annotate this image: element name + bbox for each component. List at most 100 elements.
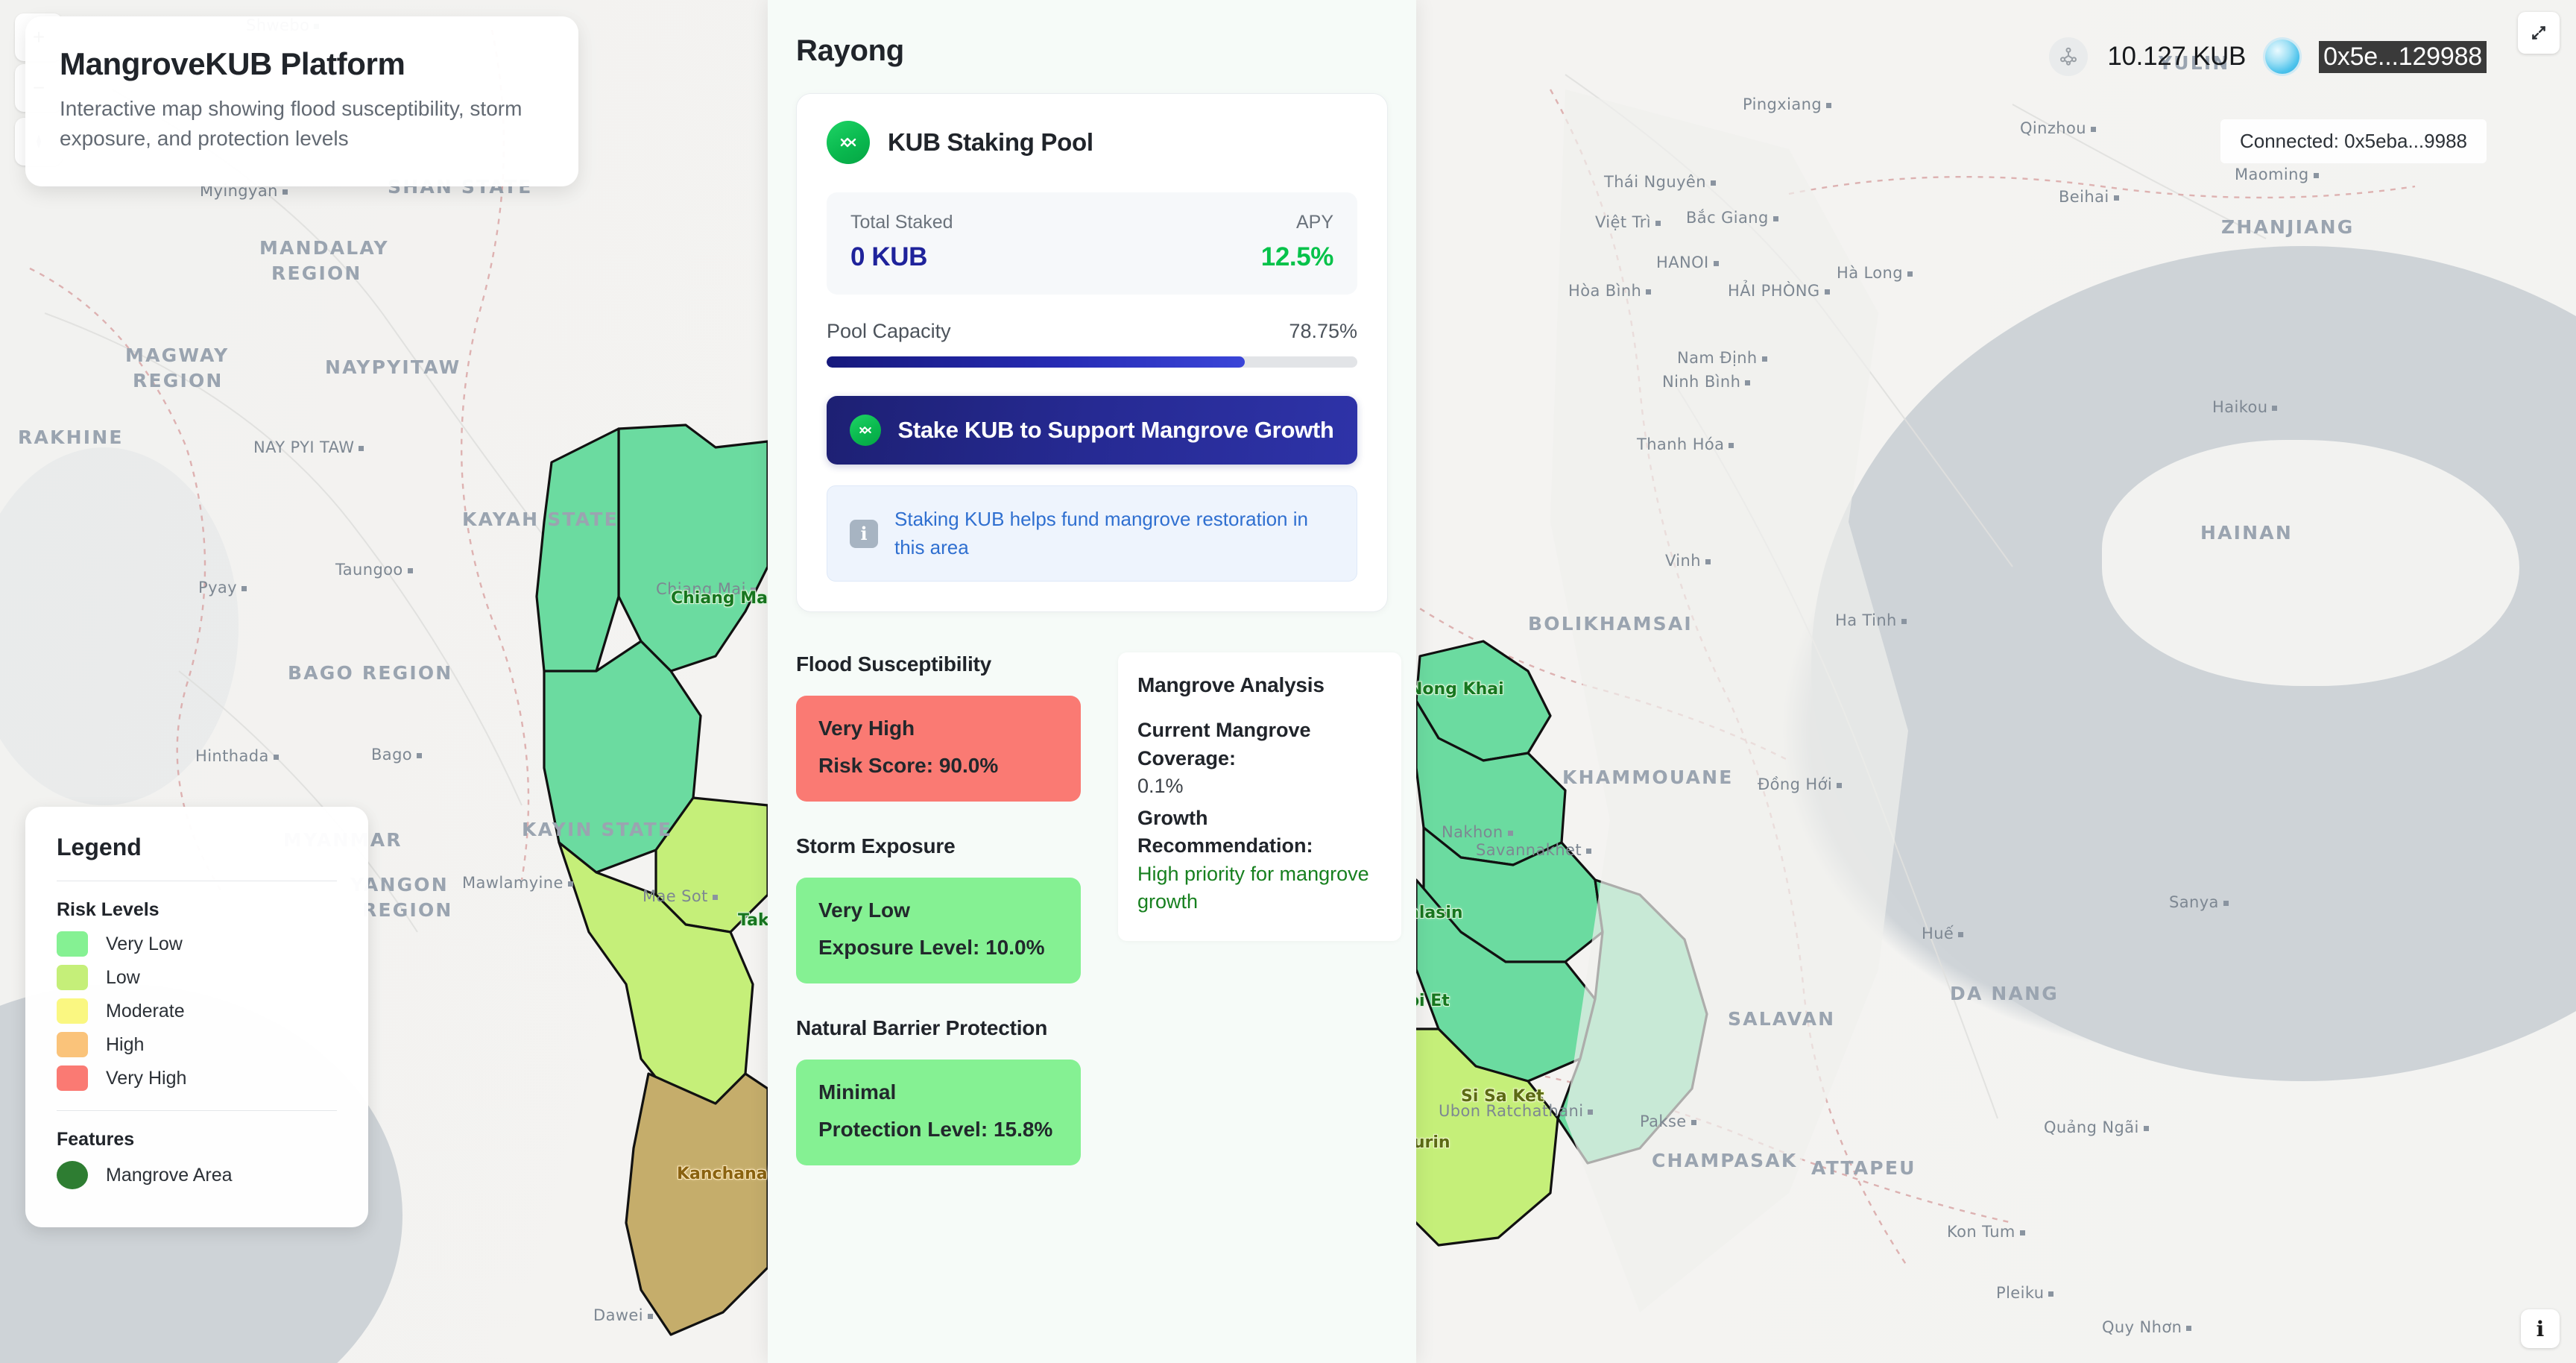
legend-feature-label: Mangrove Area — [106, 1164, 233, 1186]
map-label: BOLIKHAMSAI — [1528, 613, 1693, 635]
map-label: Mawlamyine — [462, 874, 573, 892]
staking-card-header: KUB Staking Pool — [827, 121, 1357, 164]
map-label: Hòa Bình — [1568, 282, 1652, 300]
map-label: ATTAPEU — [1811, 1157, 1916, 1179]
total-staked-block: Total Staked 0 KUB — [850, 212, 953, 272]
pool-capacity-progress-fill — [827, 356, 1245, 368]
legend-risk-row: Low — [57, 965, 337, 990]
legend-risk-row: High — [57, 1032, 337, 1057]
legend-risk-row: Very High — [57, 1065, 337, 1091]
map-label: Pingxiang — [1743, 95, 1832, 113]
map-label: Thái Nguyên — [1604, 173, 1716, 191]
map-province-label[interactable]: Chiang Mai — [671, 589, 774, 608]
legend-swatch — [57, 965, 88, 990]
map-label: Ninh Bình — [1662, 373, 1751, 391]
mangrove-recommendation-label: Growth Recommendation: — [1137, 807, 1313, 857]
map-label: KAYAH STATE — [462, 509, 619, 530]
selected-province-title: Rayong — [796, 34, 904, 67]
map-legend: Legend Risk Levels Very Low Low Moderate Hi… — [25, 807, 368, 1227]
map-province-label[interactable]: Si Sa Ket — [1461, 1087, 1544, 1106]
map-label: Quy Nhơn — [2102, 1318, 2192, 1336]
mangrove-coverage-value: 0.1% — [1137, 774, 1184, 797]
map-label: CHAMPASAK — [1652, 1150, 1798, 1171]
map-label: REGION — [271, 262, 362, 284]
map-label: HẢI PHÒNG — [1728, 282, 1830, 300]
map-label: Pyay — [198, 579, 247, 596]
map-label: Vinh — [1665, 552, 1711, 570]
legend-risk-label: Very High — [106, 1067, 187, 1089]
fullscreen-icon — [2532, 26, 2545, 40]
map-label: Bago — [371, 746, 423, 764]
map-label: SALAVAN — [1728, 1008, 1836, 1030]
map-label: Maoming — [2235, 166, 2319, 183]
map-label: Beihai — [2059, 188, 2119, 206]
map-attribution-button[interactable]: i — [2521, 1309, 2560, 1348]
stake-kub-button[interactable]: Stake KUB to Support Mangrove Growth — [827, 396, 1357, 465]
page-title: MangroveKUB Platform — [60, 46, 405, 81]
legend-risk-list: Very Low Low Moderate High Very High — [57, 931, 337, 1091]
map-label: Huế — [1922, 925, 1964, 942]
map-label: MANDALAY — [259, 237, 389, 259]
map-label: NAYPYITAW — [325, 356, 461, 378]
pool-capacity-progressbar — [827, 356, 1357, 368]
kub-staking-card: KUB Staking Pool Total Staked 0 KUB APY … — [796, 93, 1388, 613]
flood-risk-chip: Very High Risk Score: 90.0% — [796, 696, 1081, 802]
storm-score: Exposure Level: 10.0% — [818, 936, 1045, 960]
map-label: KAYIN STATE — [522, 819, 673, 840]
mangrove-analysis-card: Mangrove Analysis Current Mangrove Cover… — [1118, 652, 1401, 942]
map-label: NAY PYI TAW — [253, 438, 364, 456]
map-label: Quảng Ngãi — [2044, 1118, 2149, 1136]
map-province-label[interactable]: Nong Khai — [1409, 680, 1504, 699]
map-label: Đồng Hới — [1758, 775, 1843, 793]
map-label: Pakse — [1640, 1112, 1696, 1130]
storm-risk-chip: Very Low Exposure Level: 10.0% — [796, 878, 1081, 984]
map-label: REGION — [362, 899, 453, 921]
map-label: Nakhon — [1442, 823, 1513, 841]
barrier-heading: Natural Barrier Protection — [796, 1016, 1048, 1040]
map-label: Bắc Giang — [1686, 209, 1778, 227]
legend-swatch — [57, 1032, 88, 1057]
risk-metrics-column: Flood Susceptibility Very High Risk Scor… — [768, 652, 1111, 1166]
map-label: Thanh Hóa — [1637, 435, 1734, 453]
map-label: Hà Long — [1837, 264, 1913, 282]
map-label: DA NANG — [1950, 983, 2059, 1004]
map-label: Việt Trì — [1595, 213, 1661, 231]
fullscreen-button[interactable] — [2518, 12, 2560, 54]
map-label: Haikou — [2212, 398, 2278, 416]
map-label: Taungoo — [335, 561, 413, 579]
map-label: Ha Tinh — [1835, 611, 1907, 629]
storm-heading: Storm Exposure — [796, 834, 956, 858]
map-province-label[interactable]: Tak — [738, 911, 769, 930]
map-label: Mae Sot — [643, 887, 718, 905]
apy-block: APY 12.5% — [1261, 212, 1334, 272]
storm-level: Very Low — [818, 898, 910, 922]
legend-risk-label: Low — [106, 966, 140, 988]
legend-feature-list: Mangrove Area — [57, 1161, 337, 1189]
map-label: BAGO REGION — [288, 662, 453, 684]
kub-logo-icon-button — [850, 415, 882, 446]
legend-feature-row: Mangrove Area — [57, 1161, 337, 1189]
map-label: Sanya — [2169, 893, 2229, 911]
mangrove-swatch-icon — [57, 1161, 88, 1189]
total-staked-value: 0 KUB — [850, 242, 928, 271]
app-root: MANDALAY REGION NAYPYITAW MAGWAY REGION RAKHI… — [0, 0, 2576, 1363]
wallet-bar[interactable]: 10.127 KUB 0x5e...129988 — [2049, 37, 2487, 76]
legend-features-heading: Features — [57, 1129, 135, 1150]
page-subtitle: Interactive map showing flood susceptibi… — [60, 97, 523, 150]
map-label: ZHANJIANG — [2221, 216, 2355, 238]
risk-metrics-section: Flood Susceptibility Very High Risk Scor… — [768, 652, 1416, 1166]
legend-swatch — [57, 931, 88, 957]
map-label: Kon Tum — [1947, 1223, 2025, 1241]
avatar[interactable] — [2265, 40, 2300, 74]
map-label: Hinthada — [195, 747, 279, 765]
wallet-address-chip[interactable]: 0x5e...129988 — [2319, 40, 2487, 73]
pool-capacity-value: 78.75% — [1289, 320, 1357, 342]
map-label: Savannakhet — [1476, 841, 1592, 859]
legend-risk-label: Moderate — [106, 1000, 185, 1022]
barrier-level: Minimal — [818, 1080, 897, 1104]
network-nodes-icon[interactable] — [2049, 37, 2089, 76]
staking-pool-title: KUB Staking Pool — [888, 128, 1093, 156]
legend-risk-label: High — [106, 1033, 145, 1055]
mangrove-heading: Mangrove Analysis — [1137, 673, 1325, 697]
legend-swatch — [57, 1065, 88, 1091]
